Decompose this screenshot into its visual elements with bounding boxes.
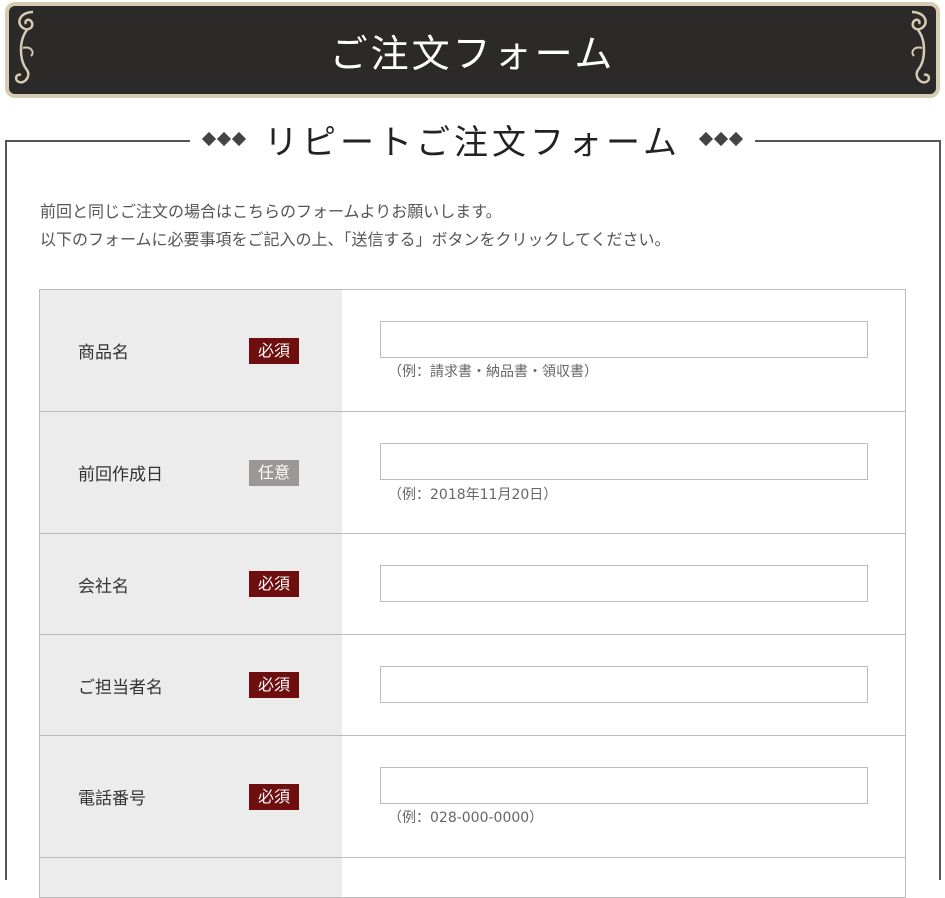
required-badge: 必須	[249, 337, 299, 364]
previous-date-input[interactable]	[380, 443, 868, 480]
form-label-cell: 商品名 必須	[40, 290, 342, 411]
form-label-cell: 会社名 必須	[40, 534, 342, 634]
company-name-label: 会社名	[78, 576, 129, 597]
optional-badge: 任意	[249, 459, 299, 486]
contact-person-label: ご担当者名	[78, 677, 163, 698]
header-banner: ご注文フォーム	[5, 2, 940, 98]
form-row-company-name: 会社名 必須	[40, 534, 905, 635]
form-input-cell	[342, 534, 905, 634]
required-badge: 必須	[249, 571, 299, 597]
form-label-cell: 前回作成日 任意	[40, 412, 342, 533]
previous-date-label: 前回作成日	[78, 465, 163, 485]
intro-line-2: 以下のフォームに必要事項をご記入の上、「送信する」ボタンをクリックしてください。	[40, 230, 671, 249]
form-label-cell: 電話番号 必須	[40, 736, 342, 857]
required-badge: 必須	[249, 672, 299, 698]
form-label-cell	[40, 858, 342, 897]
flourish-ornament-left-icon	[14, 10, 34, 84]
required-badge: 必須	[249, 783, 299, 810]
form-row-product-name: 商品名 必須 （例：請求書・納品書・領収書）	[40, 290, 905, 412]
contact-person-input[interactable]	[380, 666, 868, 703]
form-row-previous-date: 前回作成日 任意 （例：2018年11月20日）	[40, 412, 905, 534]
intro-text: 前回と同じご注文の場合はこちらのフォームよりお願いします。 以下のフォームに必要…	[40, 198, 671, 254]
product-name-input[interactable]	[380, 321, 868, 358]
form-input-cell: （例：請求書・納品書・領収書）	[342, 290, 905, 411]
phone-hint: （例：028-000-0000）	[388, 810, 544, 826]
form-input-cell	[342, 635, 905, 735]
page-title: ご注文フォーム	[329, 31, 616, 76]
form-input-cell: （例：028-000-0000）	[342, 736, 905, 857]
form-input-cell: （例：2018年11月20日）	[342, 412, 905, 533]
phone-input[interactable]	[380, 767, 868, 804]
form-label-cell: ご担当者名 必須	[40, 635, 342, 735]
intro-line-1: 前回と同じご注文の場合はこちらのフォームよりお願いします。	[40, 202, 502, 221]
form-row-contact-person: ご担当者名 必須	[40, 635, 905, 736]
company-name-input[interactable]	[380, 565, 868, 602]
order-form: 商品名 必須 （例：請求書・納品書・領収書） 前回作成日 任意 （例：2018年…	[39, 289, 906, 898]
form-row-next	[40, 858, 905, 898]
previous-date-hint: （例：2018年11月20日）	[388, 487, 558, 503]
flourish-ornament-right-icon	[911, 10, 931, 84]
product-name-hint: （例：請求書・納品書・領収書）	[388, 364, 598, 380]
form-row-phone: 電話番号 必須 （例：028-000-0000）	[40, 736, 905, 858]
form-input-cell	[342, 858, 905, 897]
phone-label: 電話番号	[78, 789, 146, 809]
product-name-label: 商品名	[78, 343, 129, 363]
